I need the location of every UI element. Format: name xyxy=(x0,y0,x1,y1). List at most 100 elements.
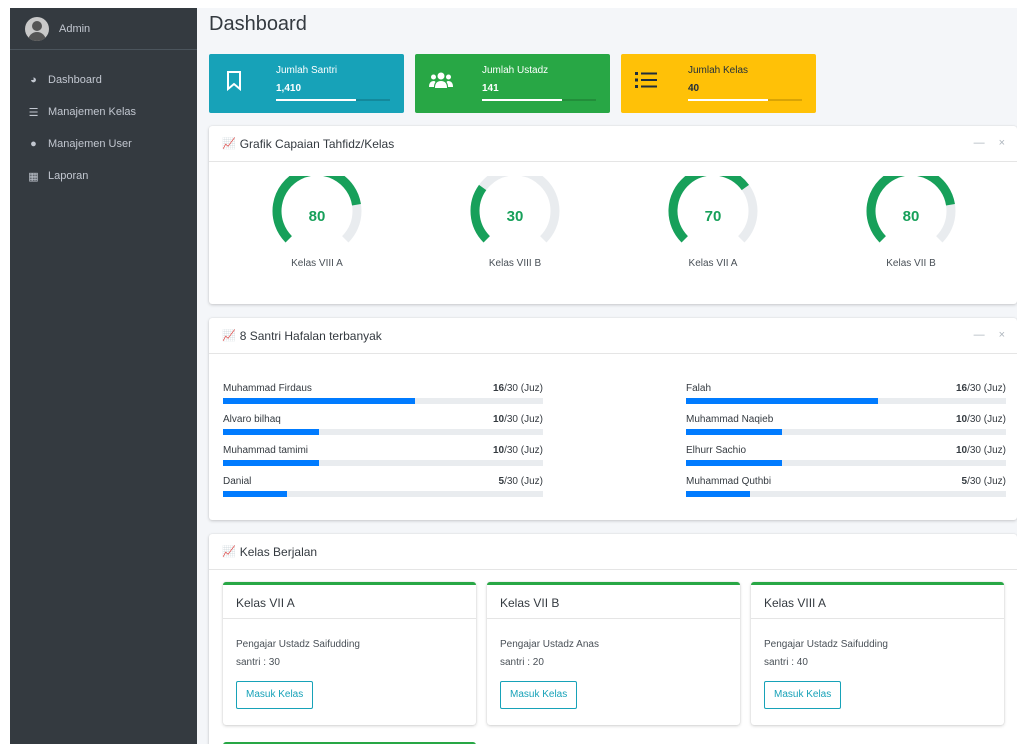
masuk-kelas-button[interactable]: Masuk Kelas xyxy=(500,681,578,709)
sidebar-item-laporan[interactable]: ▦ Laporan xyxy=(10,160,197,192)
kelas-name: Kelas VIII A xyxy=(751,585,1004,619)
student-progress: Falah 16/30 (Juz) xyxy=(686,383,1006,413)
info-box-kelas[interactable]: Jumlah Kelas 40 xyxy=(621,54,816,113)
card-tools: — × xyxy=(974,137,1005,149)
student-progress: Muhammad tamimi 10/30 (Juz) xyxy=(223,445,543,475)
student-name: Elhurr Sachio xyxy=(686,445,747,456)
card-tools: — × xyxy=(974,329,1005,341)
student-progress: Danial 5/30 (Juz) xyxy=(223,476,543,506)
sidebar-item-manajemen-user[interactable]: ● Manajemen User xyxy=(10,128,197,160)
chart-icon: 📈 xyxy=(222,138,236,150)
info-box-progress xyxy=(482,99,596,101)
card-header: 📈 8 Santri Hafalan terbanyak xyxy=(209,318,1017,354)
student-name: Muhammad Naqieb xyxy=(686,414,774,425)
kelas-santri: santri : 40 xyxy=(764,657,808,668)
masuk-kelas-button[interactable]: Masuk Kelas xyxy=(764,681,842,709)
users-icon xyxy=(429,71,453,93)
card-header: 📈 Kelas Berjalan xyxy=(209,534,1017,570)
progress-bar xyxy=(223,491,287,497)
kelas-teacher: Pengajar Ustadz Saifudding xyxy=(764,639,888,650)
student-juz: 16/30 (Juz) xyxy=(955,383,1006,394)
student-progress: Alvaro bilhaq 10/30 (Juz) xyxy=(223,414,543,444)
info-box-label: Jumlah Santri xyxy=(276,65,338,76)
main-content: Dashboard Jumlah Santri 1,410 Jumlah Ust… xyxy=(197,8,1017,744)
student-juz: 10/30 (Juz) xyxy=(955,414,1006,425)
student-juz: 16/30 (Juz) xyxy=(492,383,543,394)
kelas-teacher: Pengajar Ustadz Anas xyxy=(500,639,599,650)
student-juz: 5/30 (Juz) xyxy=(961,476,1006,487)
student-juz: 10/30 (Juz) xyxy=(492,445,543,456)
gauge-label: Kelas VIII A xyxy=(291,258,343,269)
chart-icon: 📈 xyxy=(222,330,236,342)
student-name: Muhammad Quthbi xyxy=(686,476,772,487)
progress-bar xyxy=(686,460,782,466)
sidebar-item-label: Dashboard xyxy=(48,74,102,86)
info-box-number: 40 xyxy=(688,83,700,94)
sidebar-item-label: Manajemen User xyxy=(48,138,132,150)
info-box-label: Jumlah Ustadz xyxy=(482,65,549,76)
progress-bar xyxy=(686,398,878,404)
page-title: Dashboard xyxy=(209,13,307,35)
gauge-dial: 80 xyxy=(866,176,956,243)
masuk-kelas-button[interactable]: Masuk Kelas xyxy=(236,681,314,709)
kelas-item: Kelas VII A Pengajar Ustadz Saifudding s… xyxy=(223,582,476,725)
sidebar-item-label: Manajemen Kelas xyxy=(48,106,137,118)
info-box-label: Jumlah Kelas xyxy=(688,65,749,76)
tachometer-icon: ◕ xyxy=(30,74,37,86)
bookmark-icon xyxy=(223,71,245,93)
list-icon xyxy=(635,71,657,93)
gauge-value: 80 xyxy=(903,208,920,225)
student-progress: Muhammad Firdaus 16/30 (Juz) xyxy=(223,383,543,413)
sidebar-item-dashboard[interactable]: ◕ Dashboard xyxy=(10,64,197,96)
chart-icon: 📈 xyxy=(222,546,236,558)
kelas-santri: santri : 20 xyxy=(500,657,544,668)
card-title: 8 Santri Hafalan terbanyak xyxy=(239,328,382,343)
progress-bar xyxy=(223,460,319,466)
student-name: Muhammad tamimi xyxy=(223,445,309,456)
gauge-label: Kelas VIII B xyxy=(488,258,542,269)
gauge-label: Kelas VII A xyxy=(688,258,738,269)
user-name[interactable]: Admin xyxy=(59,23,90,35)
progress-bar xyxy=(686,491,750,497)
card-title: Kelas Berjalan xyxy=(239,544,318,559)
student-name: Alvaro bilhaq xyxy=(223,414,281,425)
gauge-value: 30 xyxy=(507,208,524,225)
kelas-name: Kelas VII B xyxy=(487,585,740,619)
gauge: 80 Kelas VII B xyxy=(811,176,1011,269)
progress-bar xyxy=(223,429,319,435)
hafalan-card: 📈 8 Santri Hafalan terbanyak — × Muhamma… xyxy=(209,318,1017,520)
close-button[interactable]: × xyxy=(999,137,1005,149)
gauge-dial: 70 xyxy=(668,176,758,243)
collapse-button[interactable]: — xyxy=(974,329,985,341)
gauge-value: 70 xyxy=(705,208,722,225)
kelas-name: Kelas VII A xyxy=(223,585,476,619)
info-box-number: 1,410 xyxy=(276,83,302,94)
info-box-ustadz[interactable]: Jumlah Ustadz 141 xyxy=(415,54,610,113)
progress-bar xyxy=(223,398,415,404)
gauge-dial: 30 xyxy=(470,176,560,243)
collapse-button[interactable]: — xyxy=(974,137,985,149)
kelas-berjalan-card: 📈 Kelas Berjalan Kelas VII A Pengajar Us… xyxy=(209,534,1017,744)
users-icon: ● xyxy=(30,138,37,150)
student-name: Danial xyxy=(223,476,252,487)
info-box-number: 141 xyxy=(482,83,499,94)
info-box-progress xyxy=(276,99,390,101)
avatar[interactable] xyxy=(25,16,49,41)
sidebar: Admin ◕ Dashboard ☰ Manajemen Kelas ● Ma… xyxy=(10,8,197,744)
gauge-label: Kelas VII B xyxy=(886,258,936,269)
close-button[interactable]: × xyxy=(999,329,1005,341)
sidebar-item-manajemen-kelas[interactable]: ☰ Manajemen Kelas xyxy=(10,96,197,128)
info-box-santri[interactable]: Jumlah Santri 1,410 xyxy=(209,54,404,113)
student-juz: 5/30 (Juz) xyxy=(498,476,543,487)
tahfidz-card: 📈 Grafik Capaian Tahfidz/Kelas — × 80 Ke… xyxy=(209,126,1017,304)
progress-bar xyxy=(686,429,782,435)
gauge: 30 Kelas VIII B xyxy=(415,176,615,269)
gauge-dial: 80 xyxy=(272,176,362,243)
gauge-value: 80 xyxy=(309,208,326,225)
user-panel[interactable]: Admin xyxy=(10,8,197,50)
sidebar-nav: ◕ Dashboard ☰ Manajemen Kelas ● Manajeme… xyxy=(10,64,197,192)
card-title: Grafik Capaian Tahfidz/Kelas xyxy=(239,136,395,151)
student-juz: 10/30 (Juz) xyxy=(492,414,543,425)
sidebar-item-label: Laporan xyxy=(48,170,89,182)
kelas-item: Kelas VII B Pengajar Ustadz Anas santri … xyxy=(487,582,740,725)
